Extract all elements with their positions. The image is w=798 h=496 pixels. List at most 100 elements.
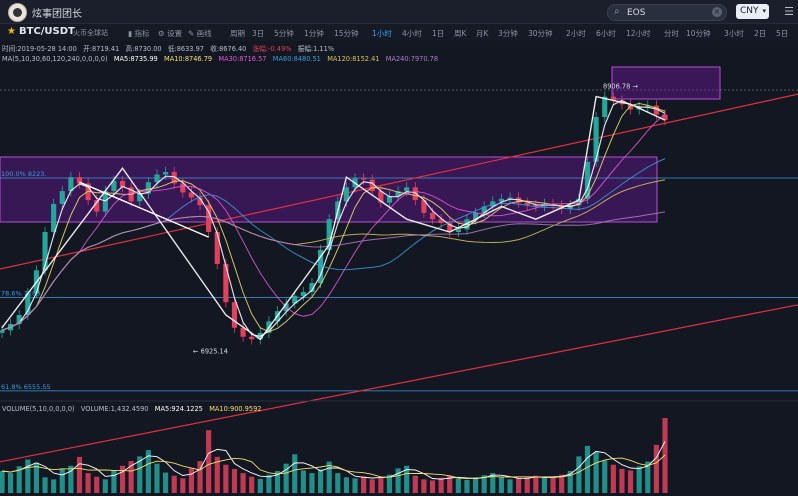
candle-body: [16, 315, 22, 324]
timeframe-tab-10[interactable]: 3分钟: [498, 28, 518, 39]
indicator-button[interactable]: ▮ 指标: [128, 28, 150, 39]
volume-bar: [516, 478, 522, 493]
candle-body: [602, 96, 608, 118]
currency-select[interactable]: CNY ▾: [736, 4, 769, 19]
timeframe-tab-3[interactable]: 1分钟: [304, 28, 324, 39]
pair-title: BTC/USDT: [19, 26, 75, 37]
volume-bar: [128, 461, 134, 493]
draw-line-button[interactable]: ✎ 画线: [188, 28, 212, 39]
volume-bar: [576, 456, 582, 493]
candle-body: [283, 303, 289, 312]
timeframe-tab-13[interactable]: 6小时: [596, 28, 616, 39]
candle-body: [361, 178, 367, 180]
ma10-line: [1, 102, 666, 333]
ohlc-high: 高:8730.00: [125, 45, 162, 53]
timeframe-tab-15[interactable]: 分时: [664, 28, 679, 39]
clear-icon[interactable]: ×: [712, 7, 722, 17]
trendline-upper: [0, 93, 798, 270]
price-chart[interactable]: 100.0% 8223. 78.6% 7288. 61.8% 6555.55 890…: [0, 0, 798, 496]
volume-bar: [653, 444, 659, 493]
timeframe-tab-0[interactable]: 周期: [230, 28, 245, 39]
candle-body: [662, 114, 668, 121]
volume-bar: [610, 464, 616, 493]
timeframe-tab-18[interactable]: 2日: [754, 28, 766, 39]
volume-bar: [507, 479, 513, 493]
ma60-line: [1, 158, 666, 331]
candle-body: [645, 105, 651, 107]
trendline-lower: [0, 304, 798, 463]
timeframe-tab-11[interactable]: 30分钟: [528, 28, 553, 39]
timeframe-tab-14[interactable]: 12小时: [626, 28, 651, 39]
timeframe-tab-1[interactable]: 3日: [252, 28, 264, 39]
volume-bar: [490, 473, 496, 493]
candle-body: [481, 206, 487, 213]
ma10-value: MA10:8746.79: [164, 55, 213, 63]
search-input[interactable]: [627, 6, 707, 19]
settings-button[interactable]: ⚙ 设置: [158, 28, 182, 39]
candle-body: [352, 178, 358, 188]
candle-body: [188, 192, 195, 198]
candle-body: [369, 179, 375, 192]
candle-body: [576, 198, 582, 206]
volume-bar: [412, 475, 418, 493]
candle-body: [76, 177, 83, 184]
candle-body: [533, 205, 539, 207]
candle-body: [464, 219, 470, 230]
volume-bar: [85, 473, 91, 493]
avatar[interactable]: [8, 3, 27, 22]
ohlc-time: 时间:2019-05-28 14:00: [2, 45, 77, 53]
volume-bar: [197, 461, 203, 493]
ohlc-info: 时间:2019-05-28 14:00 开:8719.41 高:8730.00 …: [2, 43, 334, 53]
volume-bar: [249, 476, 255, 493]
timeframe-tab-8[interactable]: 周K: [454, 28, 466, 39]
search-box[interactable]: ⌕ ×: [607, 4, 727, 21]
candle-body: [318, 249, 324, 284]
volume-value: VOLUME:1,432.4590: [80, 405, 149, 413]
volume-bar: [283, 463, 289, 493]
candle-body: [292, 295, 298, 304]
volume-bar: [361, 476, 367, 493]
volume-bar: [343, 477, 349, 493]
timeframe-tab-7[interactable]: 1日: [432, 28, 444, 39]
timeframe-tab-4[interactable]: 15分钟: [334, 28, 359, 39]
candle-body: [559, 205, 565, 210]
candle-body: [490, 201, 496, 207]
hamburger-icon[interactable]: ☰: [784, 5, 794, 18]
candle-body: [163, 171, 169, 175]
candle-body: [472, 212, 479, 220]
volume-bar: [326, 461, 332, 493]
high-price-label: 8906.78 →: [603, 83, 638, 91]
ma60-value: MA60:8480.51: [272, 55, 321, 63]
candle-body: [395, 191, 401, 197]
favorite-star-icon[interactable]: ★: [7, 26, 16, 37]
candle-body: [94, 200, 100, 212]
timeframe-tab-19[interactable]: 5日: [776, 28, 788, 39]
volume-bar: [335, 473, 341, 493]
currency-label: CNY: [740, 6, 759, 16]
timeframe-tab-12[interactable]: 2小时: [566, 28, 586, 39]
timeframe-tab-5[interactable]: 1小时: [372, 28, 392, 39]
fib-level-label-2: 61.8% 6555.55: [1, 383, 51, 391]
timeframe-tab-16[interactable]: 10分钟: [686, 28, 711, 39]
candle-body: [274, 311, 281, 322]
volume-bar: [145, 450, 151, 493]
volume-bar: [550, 476, 556, 493]
timeframe-tab-9[interactable]: 月K: [476, 28, 488, 39]
volume-bar: [533, 475, 539, 493]
volume-bar: [421, 479, 427, 493]
candle-body: [33, 270, 40, 294]
timeframe-tab-6[interactable]: 4小时: [402, 28, 422, 39]
volume-bar: [102, 479, 108, 493]
volume-bar: [636, 466, 642, 493]
candle-body: [455, 229, 461, 232]
top-bar: 炫事团团长 ⌕ × CNY ▾ ☰: [0, 0, 798, 24]
ma-title: MA(5,10,30,60,120,240,0,0,0,0): [2, 55, 108, 63]
volume-bar: [137, 456, 143, 493]
candle-body: [249, 336, 255, 340]
candle-body: [438, 219, 444, 224]
timeframe-tab-2[interactable]: 5分钟: [274, 28, 294, 39]
timeframe-tab-17[interactable]: 3小时: [724, 28, 744, 39]
candle-body: [404, 187, 410, 192]
candle-body: [378, 191, 384, 203]
volume-bar: [429, 480, 436, 493]
